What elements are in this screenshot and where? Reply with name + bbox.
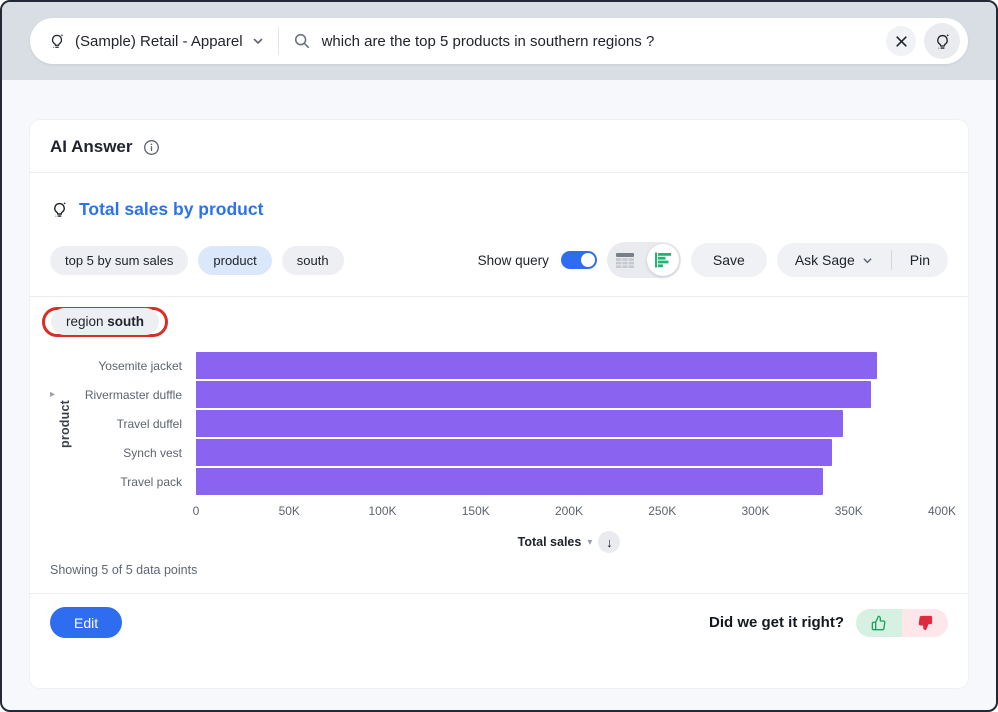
bar[interactable]: [196, 468, 823, 495]
caret-down-icon[interactable]: ▾: [587, 537, 592, 548]
spotter-icon: [933, 32, 952, 51]
clear-search-button[interactable]: [886, 26, 916, 56]
thumbs-down-button[interactable]: [902, 609, 948, 637]
x-tick-label: 300K: [741, 504, 769, 518]
x-tick-label: 350K: [835, 504, 863, 518]
spotter-icon: [48, 32, 66, 50]
bar-row: Travel pack: [50, 467, 948, 496]
feedback-group: Did we get it right?: [709, 609, 948, 637]
card-footer: Edit Did we get it right?: [30, 593, 968, 638]
x-tick-label: 0: [193, 504, 200, 518]
highlight-annotation: region south: [42, 307, 168, 337]
region-filter-chip[interactable]: region south: [51, 308, 159, 335]
feedback-buttons: [856, 609, 948, 637]
bar-label: Travel pack: [50, 475, 196, 489]
section-divider: [30, 296, 968, 297]
feedback-question: Did we get it right?: [709, 614, 844, 631]
query-chip[interactable]: top 5 by sum sales: [50, 246, 188, 275]
bar-row: Synch vest: [50, 438, 948, 467]
filter-row: region south: [42, 307, 968, 337]
bar-chart-icon: [654, 252, 672, 268]
chevron-down-icon: [862, 255, 873, 266]
thumbs-up-icon: [871, 615, 887, 631]
page-content: AI Answer Total sales by product: [2, 80, 996, 688]
table-icon: [615, 252, 635, 269]
bar[interactable]: [196, 439, 832, 466]
show-query-toggle[interactable]: [561, 251, 597, 269]
bar-track: [196, 468, 942, 495]
answer-title-row: Total sales by product: [50, 199, 968, 220]
search-query-text: which are the top 5 products in southern…: [322, 33, 655, 50]
bar-track: [196, 352, 942, 379]
expand-axis-icon[interactable]: ▸: [50, 389, 55, 400]
bar-track: [196, 439, 942, 466]
top-bar: (Sample) Retail - Apparel which are the …: [2, 2, 996, 80]
bar-chart-rows: ▸ product Yosemite jacket Rivermaster duf…: [50, 351, 948, 496]
filter-attribute: region: [66, 314, 104, 329]
search-input[interactable]: which are the top 5 products in southern…: [293, 32, 886, 50]
ask-sage-button[interactable]: Ask Sage: [777, 243, 891, 277]
bar-track: [196, 410, 942, 437]
spotter-submit-button[interactable]: [924, 23, 960, 59]
toolbar-controls: Show query: [478, 242, 948, 278]
bar-row: Travel duffel: [50, 409, 948, 438]
bar-row: Rivermaster duffle: [50, 380, 948, 409]
view-switcher: [607, 242, 681, 278]
data-points-note: Showing 5 of 5 data points: [50, 563, 968, 577]
x-tick-label: 250K: [648, 504, 676, 518]
datasource-selector[interactable]: (Sample) Retail - Apparel: [48, 32, 278, 50]
answer-title: Total sales by product: [79, 199, 263, 220]
x-tick-label: 400K: [928, 504, 956, 518]
pin-label: Pin: [910, 252, 930, 268]
chevron-down-icon: [252, 35, 264, 47]
y-axis-title: product: [58, 400, 72, 448]
bar[interactable]: [196, 352, 877, 379]
bar-track: [196, 381, 942, 408]
datasource-label: (Sample) Retail - Apparel: [75, 33, 243, 50]
card-header: AI Answer: [30, 120, 968, 173]
table-view-button[interactable]: [607, 242, 644, 278]
search-icon: [293, 32, 311, 50]
bar[interactable]: [196, 410, 843, 437]
page-title: AI Answer: [50, 137, 133, 157]
x-axis-control: Total sales ▾ ↓: [196, 531, 942, 553]
x-axis-title[interactable]: Total sales: [518, 535, 582, 549]
chart-view-button[interactable]: [647, 244, 679, 276]
x-tick-label: 200K: [555, 504, 583, 518]
app-window: (Sample) Retail - Apparel which are the …: [0, 0, 998, 712]
filter-value: south: [107, 314, 144, 329]
ask-sage-label: Ask Sage: [795, 252, 855, 268]
thumbs-down-icon: [917, 615, 933, 631]
search-bar: (Sample) Retail - Apparel which are the …: [30, 18, 968, 64]
show-query-label: Show query: [478, 253, 549, 268]
toggle-knob: [581, 253, 595, 267]
pin-button[interactable]: Pin: [892, 243, 948, 277]
spotter-icon: [50, 200, 69, 219]
sage-pin-group: Ask Sage Pin: [777, 243, 948, 277]
toolbar: top 5 by sum sales product south Show quer…: [50, 242, 948, 278]
x-tick-label: 50K: [279, 504, 300, 518]
bar-chart: ▸ product Yosemite jacket Rivermaster duf…: [50, 351, 948, 553]
bar-row: Yosemite jacket: [50, 351, 948, 380]
close-icon: [895, 35, 908, 48]
info-icon[interactable]: [143, 139, 160, 156]
thumbs-up-button[interactable]: [856, 609, 902, 637]
bar[interactable]: [196, 381, 871, 408]
sort-desc-icon: ↓: [606, 535, 613, 550]
search-divider: [278, 27, 279, 55]
query-chip[interactable]: product: [198, 246, 271, 275]
save-button[interactable]: Save: [691, 243, 767, 277]
query-token-chips: top 5 by sum sales product south: [50, 246, 344, 275]
x-tick-label: 100K: [368, 504, 396, 518]
x-tick-label: 150K: [462, 504, 490, 518]
ai-answer-card: AI Answer Total sales by product: [30, 120, 968, 688]
sort-descending-button[interactable]: ↓: [598, 531, 620, 553]
query-chip[interactable]: south: [282, 246, 344, 275]
bar-label: Yosemite jacket: [50, 359, 196, 373]
edit-button[interactable]: Edit: [50, 607, 122, 638]
x-axis-ticks: 050K100K150K200K250K300K350K400K: [196, 502, 942, 524]
